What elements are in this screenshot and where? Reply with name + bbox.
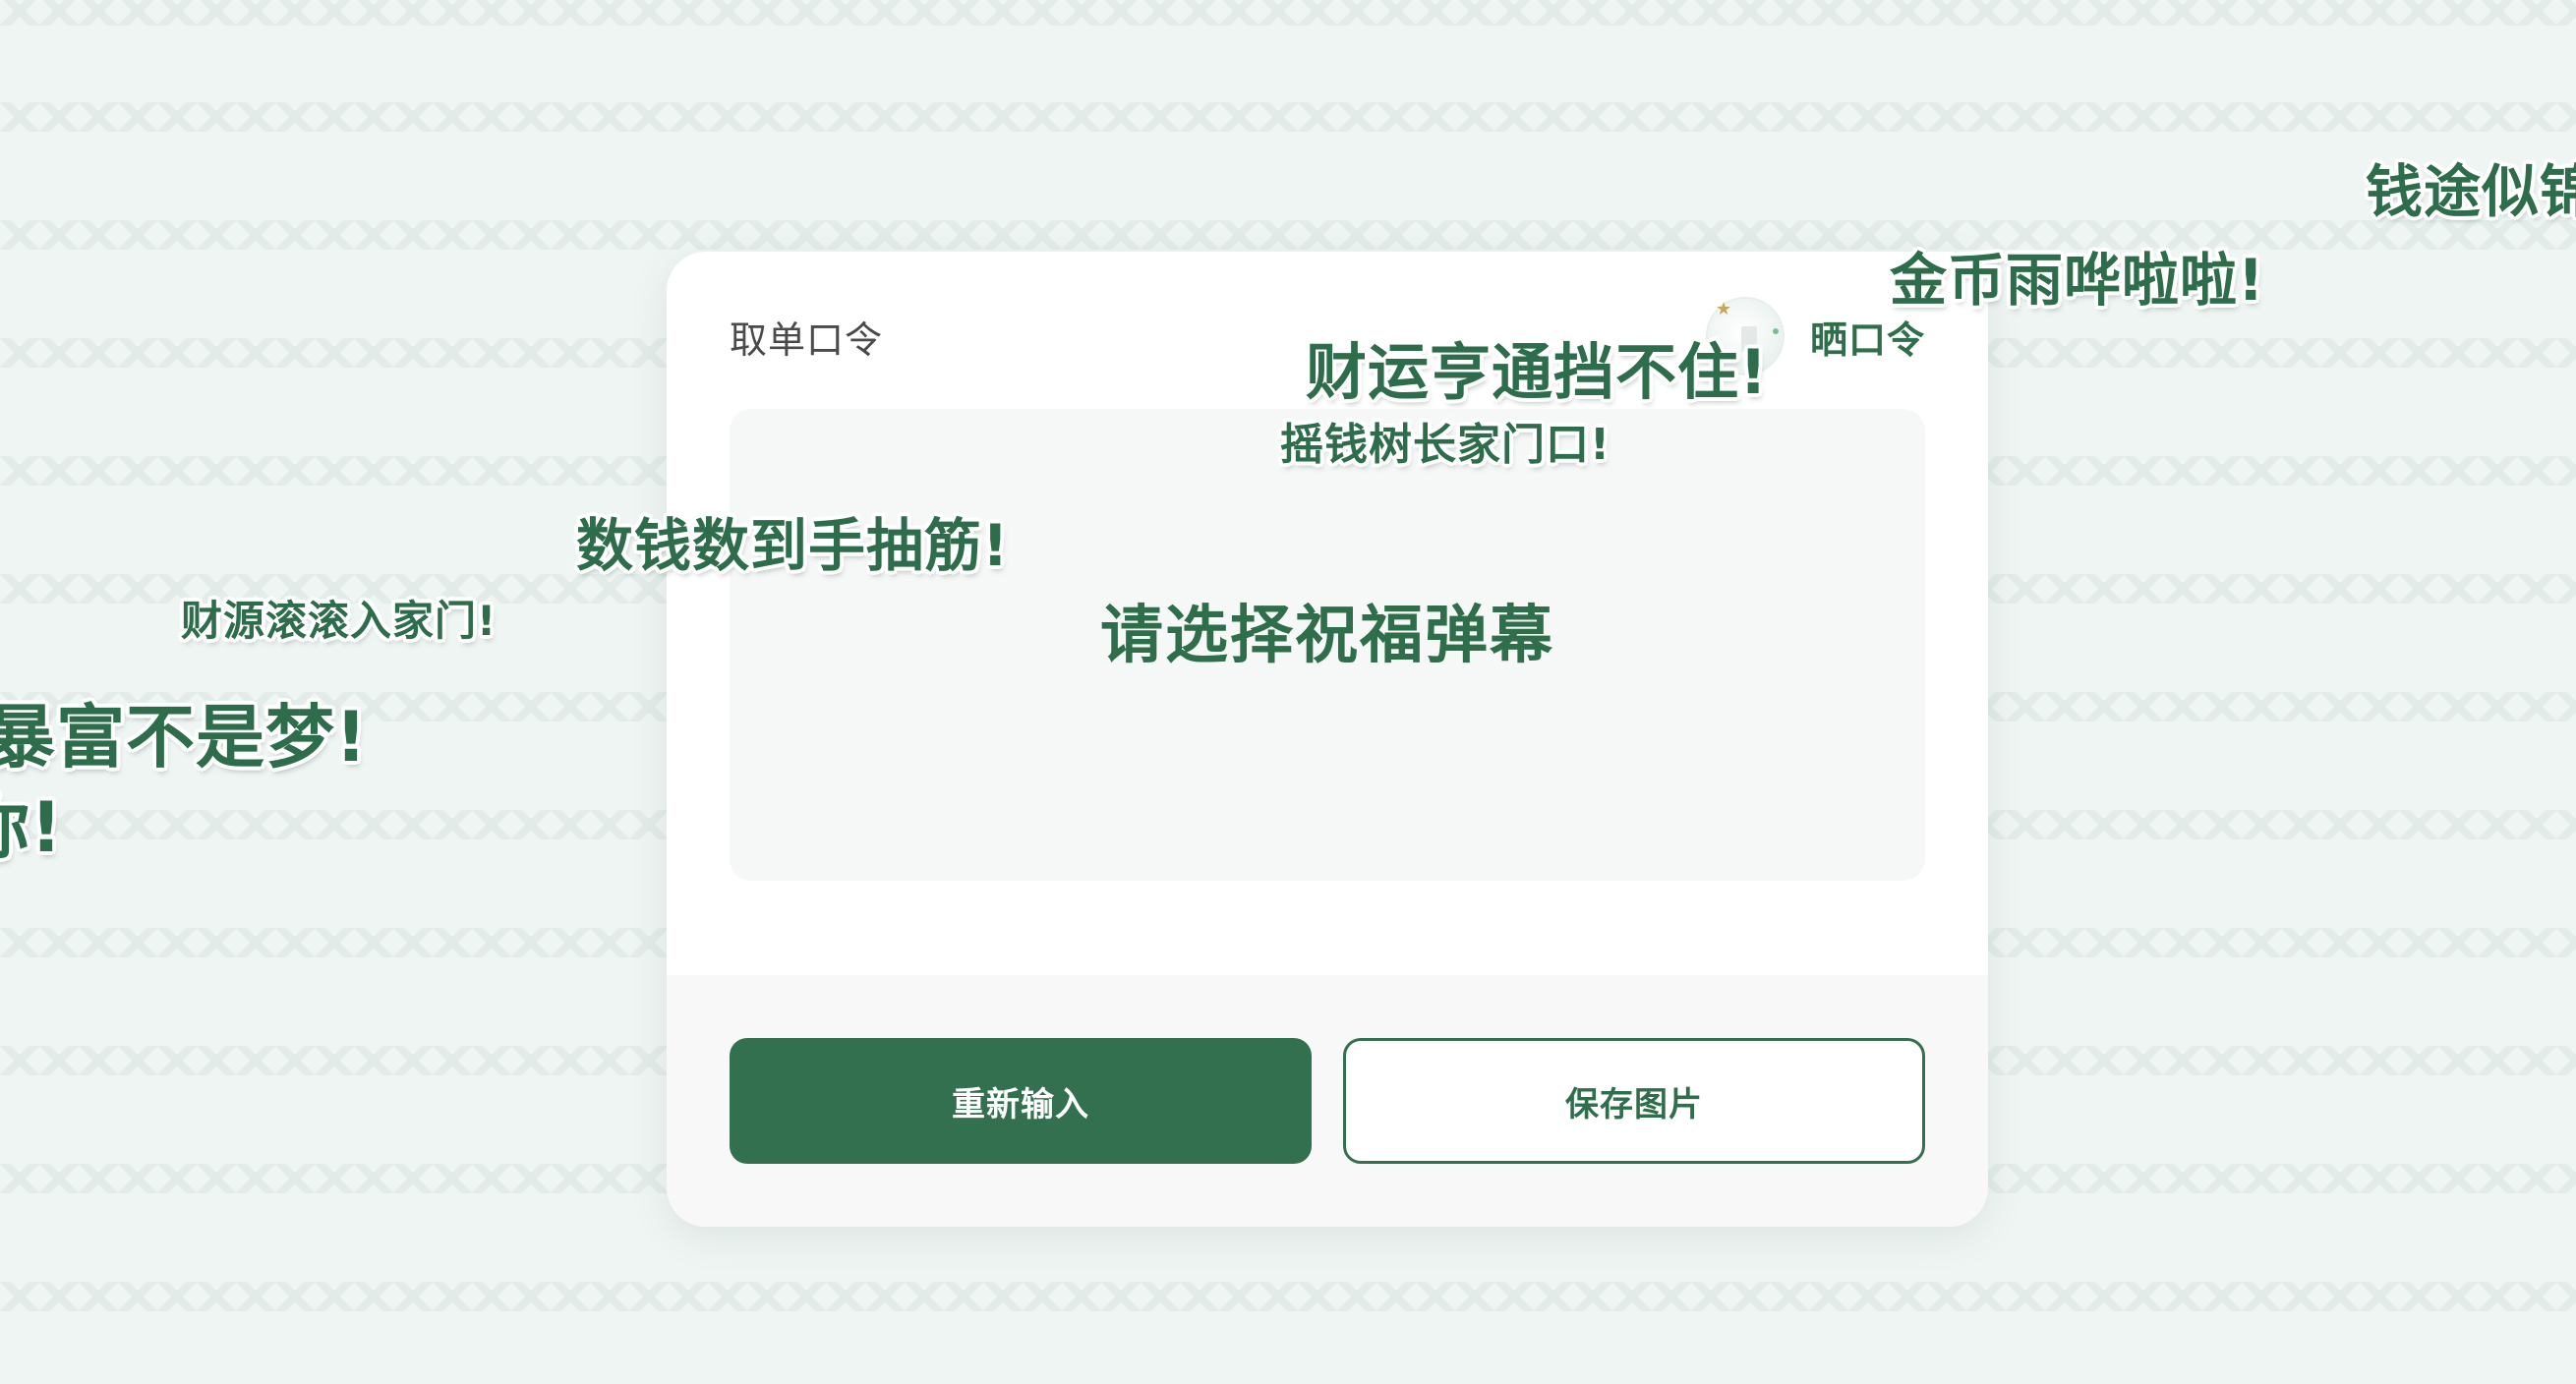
danmaku-item: 金币雨哗啦啦!: [1890, 247, 2265, 314]
save-image-button[interactable]: 保存图片: [1343, 1038, 1925, 1164]
danmaku-item: 摇钱树长家门口!: [1280, 420, 1611, 470]
danmaku-item: 财源滚滚入家门!: [181, 597, 498, 645]
danmaku-item: 钱途似锦: [2366, 158, 2576, 225]
pattern-row: [0, 102, 2576, 132]
blessing-message-box[interactable]: 请选择祝福弹幕: [730, 409, 1925, 881]
danmaku-item: 你!: [0, 787, 63, 868]
danmaku-item: 财运亨通挡不住!: [1306, 336, 1769, 408]
star-icon: ★: [1715, 299, 1732, 319]
danmaku-item: 暴富不是梦!: [0, 697, 368, 778]
share-password-label[interactable]: 晒口令: [1810, 310, 1925, 364]
dot-icon: [1772, 328, 1779, 334]
reenter-button[interactable]: 重新输入: [730, 1038, 1312, 1164]
pattern-row: [0, 1282, 2576, 1311]
blessing-message-prompt: 请选择祝福弹幕: [1100, 600, 1554, 672]
card-footer: 重新输入 保存图片: [667, 975, 1988, 1227]
danmaku-item: 数钱数到手抽筋!: [576, 512, 1010, 579]
get-order-password-label: 取单口令: [730, 317, 884, 362]
pattern-row: [0, 0, 2576, 26]
